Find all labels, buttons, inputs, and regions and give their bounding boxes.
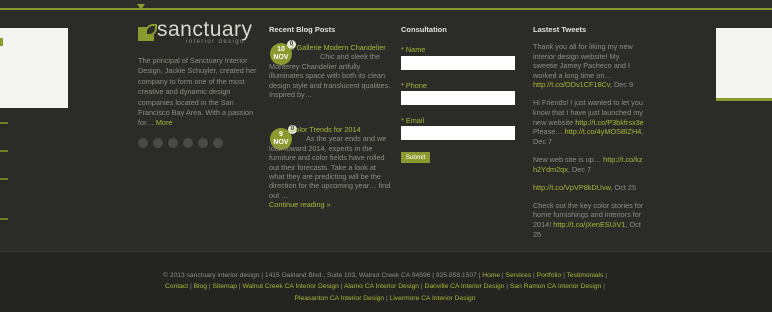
tweet-date: , Oct 25 [610,182,637,192]
right-edge-accent [716,98,772,101]
tweet-link[interactable]: http://t.co/P3bkfrsx3e [575,118,644,127]
blog-post: Z Gallerie Modern Chandelier Chic and sl… [269,43,393,99]
pinterest-icon[interactable] [168,138,178,148]
footer-link-danville[interactable]: Danville CA Interior Design [425,283,505,290]
footer-link-livermore[interactable]: Livermore CA Interior Design [390,295,476,302]
about-more-link[interactable]: More [156,118,173,127]
footer-line-1: © 2013 sanctuary interior design | 1415 … [163,272,607,279]
blog-post: Color Trends for 2014 As the year ends a… [269,125,393,210]
name-field[interactable] [401,56,515,70]
footer-link-portfolio[interactable]: Portfolio [537,272,562,279]
footer-link-pleasanton[interactable]: Pleasanton CA Interior Design [295,295,385,302]
left-edge-accent [0,38,3,46]
footer-line-2: Contact | Blog | Sitemap | Walnut Creek … [165,283,605,291]
linkedin-icon[interactable] [198,138,208,148]
about-text: The principal of Sanctuary Interior Desi… [138,56,263,129]
top-notch-marker [137,4,145,10]
tweet-date: , Dec 7 [567,164,592,174]
left-edge-divider [0,122,8,124]
footer-link-san-ramon[interactable]: San Ramon CA Interior Design [510,283,601,290]
logo-tagline: interior design [186,39,245,45]
tweet-link[interactable]: http://t.co/jXenESUiV1 [553,220,625,229]
tweet-link[interactable]: http://t.co/4yMOSBlZH4 [565,127,642,136]
tweets-list: Thank you all for liking my new interior… [533,42,645,248]
post-title-link[interactable]: Color Trends for 2014 [290,125,361,134]
footer-link-services[interactable]: Services [506,272,532,279]
submit-button[interactable]: Submit [401,152,430,163]
right-edge-panel [716,28,772,98]
footer-link-alamo[interactable]: Alamo CA Interior Design [344,283,419,290]
tweet-text-mid: Please… [533,127,565,137]
tweet-text: New web site is up… [533,154,604,164]
about-paragraph: The principal of Sanctuary Interior Desi… [138,56,257,128]
blog-heading: Recent Blog Posts [269,25,336,34]
tweet-item: http://t.co/VpVP8kDUvw, Oct 25 [533,183,645,193]
footer-link-walnut-creek[interactable]: Walnut Creek CA Interior Design [242,283,338,290]
tweet-item: New web site is up… http://t.co/kzh2Ydm2… [533,155,645,174]
email-label: * Email [401,116,425,125]
footer-link-contact[interactable]: Contact [165,283,188,290]
left-edge-divider [0,218,8,220]
social-icons [138,138,223,148]
footer-text: © 2013 sanctuary interior design | 1415 … [130,270,640,304]
post-excerpt: Chic and sleek the Monterey Chandelier a… [269,52,391,100]
facebook-icon[interactable] [138,138,148,148]
left-edge-divider [0,178,8,180]
tweets-heading: Lastest Tweets [533,25,587,34]
continue-reading-link[interactable]: Continue reading » [269,200,393,209]
google-plus-icon[interactable] [183,138,193,148]
tweet-item: Check out the key color stories for home… [533,201,645,239]
footer-line-3: Pleasanton CA Interior Design | Livermor… [130,293,640,304]
footer-divider [0,251,772,252]
tweet-link[interactable]: http://t.co/VpVP8kDUvw [533,183,610,192]
tweet-link[interactable]: http://t.co/ODv1CF18Cv [533,80,610,89]
post-excerpt: As the year ends and we look toward 2014… [269,134,391,200]
name-label: * Name [401,45,426,54]
footer-link-testimonials[interactable]: Testimonials [567,272,604,279]
consultation-heading: Consultation [401,25,447,34]
footer-copyright: © 2013 sanctuary interior design | 1415 … [163,272,483,279]
houzz-icon[interactable] [213,138,223,148]
left-edge-panel [0,28,68,108]
tweet-item: Thank you all for liking my new interior… [533,42,645,90]
phone-field[interactable] [401,91,515,105]
footer-link-blog[interactable]: Blog [194,283,207,290]
footer-link-home[interactable]: Home [482,272,500,279]
tweet-date: , Dec 9 [609,80,634,90]
footer-link-sitemap[interactable]: Sitemap [212,283,237,290]
twitter-icon[interactable] [153,138,163,148]
phone-label: * Phone [401,81,427,90]
tweet-text: Thank you all for liking my new interior… [533,42,633,80]
left-edge-divider [0,150,8,152]
post-title-link[interactable]: Z Gallerie Modern Chandelier [290,43,386,52]
tweet-item: Hi Friends! I just wanted to let you kno… [533,98,645,146]
email-field[interactable] [401,126,515,140]
